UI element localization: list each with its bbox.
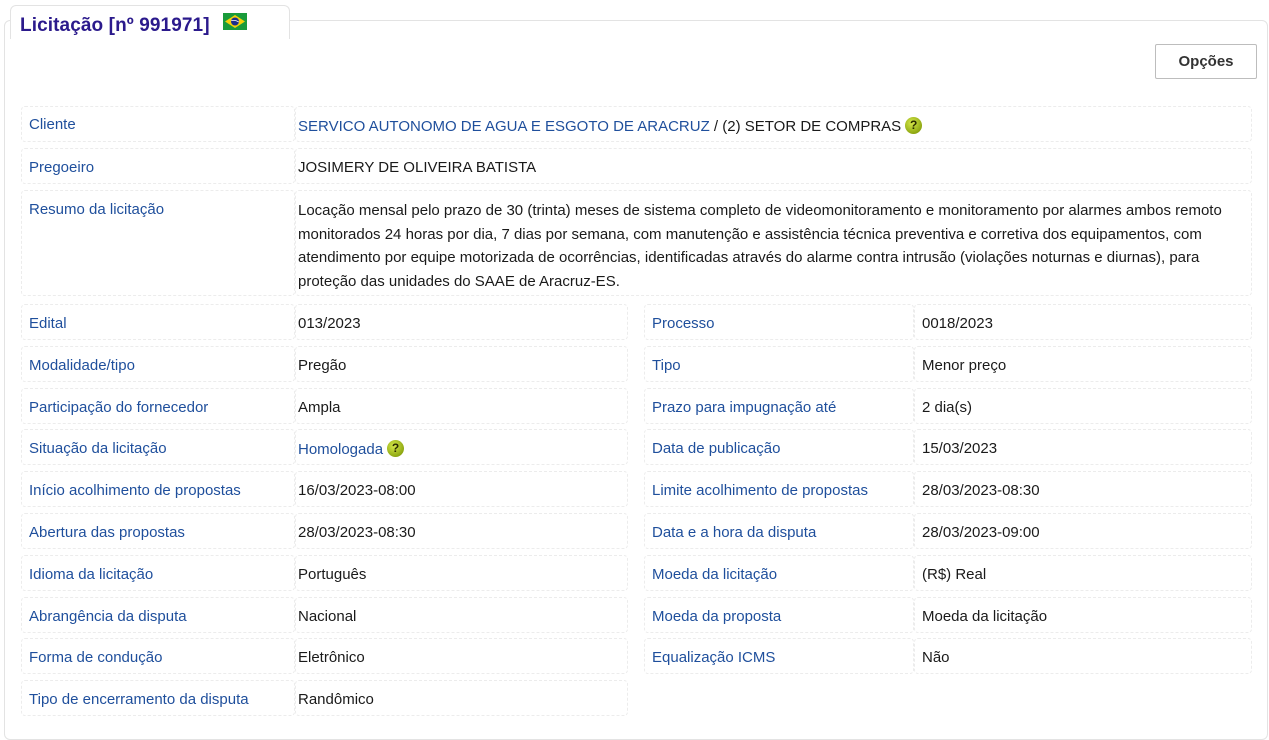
pregoeiro-label: Pregoeiro [29,159,95,176]
field-value: (R$) Real [922,566,987,583]
cliente-sector: / (2) SETOR DE COMPRAS [709,118,902,135]
field-label: Data de publicação [652,440,781,457]
field-value: Eletrônico [298,649,365,666]
field-label: Prazo para impugnação até [652,399,837,416]
field-value: Pregão [298,357,347,374]
field-value: Não [922,649,950,666]
resumo-label: Resumo da licitação [29,201,165,218]
field-label: Idioma da licitação [29,566,154,583]
cliente-label: Cliente [29,116,76,133]
right-value-cell [914,638,1252,674]
field-label: Limite acolhimento de propostas [652,482,868,499]
field-value: 15/03/2023 [922,440,998,457]
help-icon[interactable]: ? [905,117,923,134]
field-value: Ampla [298,399,341,416]
resumo-value: Locação mensal pelo prazo de 30 (trinta)… [298,202,1222,290]
page-title: Licitação [nº 991971] [20,15,210,36]
field-value: 28/03/2023-08:30 [298,524,416,541]
field-value: 16/03/2023-08:00 [298,482,416,499]
left-value-cell [295,388,628,424]
field-label: Situação da licitação [29,440,167,457]
field-value: Nacional [298,608,357,625]
help-icon[interactable]: ? [387,440,405,457]
field-label: Participação do fornecedor [29,399,209,416]
situacao-value[interactable]: Homologada [298,441,383,458]
field-label: Equalização ICMS [652,649,776,666]
pregoeiro-value: JOSIMERY DE OLIVEIRA BATISTA [298,159,537,176]
cliente-link[interactable]: SERVICO AUTONOMO DE AGUA E ESGOTO DE ARA… [298,118,710,135]
field-value: 013/2023 [298,315,361,332]
title-tab: Licitação [nº 991971] [10,5,290,39]
field-label: Tipo [652,357,681,374]
field-value: Moeda da licitação [922,608,1048,625]
field-label: Edital [29,315,67,332]
field-label: Modalidade/tipo [29,357,135,374]
field-value: Randômico [298,691,374,708]
field-label: Forma de condução [29,649,163,666]
field-label: Moeda da licitação [652,566,778,583]
field-label: Moeda da proposta [652,608,782,625]
field-label: Processo [652,315,715,332]
right-label-cell [644,346,914,382]
field-label: Início acolhimento de propostas [29,482,241,499]
field-label: Abrangência da disputa [29,608,187,625]
brazil-flag-icon [223,13,247,30]
field-label: Tipo de encerramento da disputa [29,691,249,708]
field-value: 0018/2023 [922,315,993,332]
field-value: Menor preço [922,357,1007,374]
field-label: Data e a hora da disputa [652,524,817,541]
field-value: Português [298,566,367,583]
cliente-value: SERVICO AUTONOMO DE AGUA E ESGOTO DE ARA… [298,117,923,135]
options-button[interactable]: Opções [1155,44,1257,79]
field-label: Abertura das propostas [29,524,185,541]
situacao-link[interactable]: Homologada? [298,440,405,458]
field-value: 28/03/2023-09:00 [922,524,1040,541]
field-value: 28/03/2023-08:30 [922,482,1040,499]
field-value: 2 dia(s) [922,399,973,416]
